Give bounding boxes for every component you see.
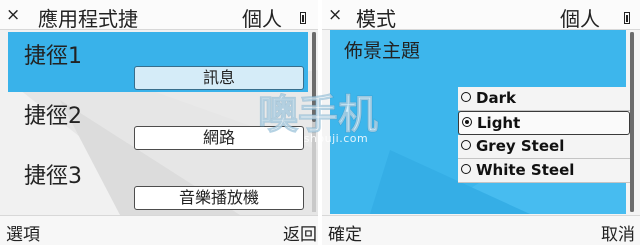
- theme-option[interactable]: Dark: [458, 87, 630, 111]
- radio-icon: [461, 164, 471, 174]
- theme-option-selected[interactable]: Light: [458, 111, 630, 135]
- theme-heading: 佈景主題: [344, 40, 421, 62]
- shortcut-list: 捷徑1 訊息 捷徑2 網路 捷徑3 音樂播放機: [0, 30, 318, 215]
- radio-icon: [461, 140, 471, 150]
- status-bar: × 模式 個人: [322, 0, 640, 31]
- softkey-bar: 選項 返回: [0, 215, 318, 245]
- options-softkey[interactable]: 選項: [6, 220, 40, 245]
- ok-softkey[interactable]: 確定: [328, 220, 362, 245]
- shortcut-item[interactable]: 捷徑2 網路: [8, 92, 308, 152]
- theme-options-list: Dark Light Grey Steel White Steel: [458, 87, 630, 183]
- battery-icon: [624, 12, 630, 24]
- shortcut-action-button[interactable]: 訊息: [134, 66, 304, 90]
- shortcut-label: 捷徑1: [24, 44, 82, 69]
- shortcut-label: 捷徑3: [24, 164, 82, 189]
- shortcut-item[interactable]: 捷徑1 訊息: [8, 32, 308, 92]
- close-icon[interactable]: ×: [6, 5, 20, 25]
- shortcut-action-button[interactable]: 音樂播放機: [134, 186, 304, 210]
- shortcut-item[interactable]: 捷徑3 音樂播放機: [8, 152, 308, 212]
- radio-icon: [461, 92, 471, 102]
- battery-icon: [300, 12, 306, 24]
- app-title: 應用程式捷: [38, 7, 138, 31]
- app-title: 模式: [356, 7, 396, 31]
- scrollbar-thumb[interactable]: [630, 32, 634, 212]
- left-phone-screen: × 應用程式捷 個人 捷徑1 訊息 捷徑2 網路 捷徑3 音樂播放機 選項 返回: [0, 0, 318, 245]
- theme-option-label: Grey Steel: [476, 137, 565, 155]
- theme-option-label: White Steel: [476, 161, 575, 179]
- shortcut-label: 捷徑2: [24, 104, 82, 129]
- cancel-softkey[interactable]: 取消: [601, 220, 635, 245]
- radio-selected-icon: [462, 117, 472, 127]
- theme-settings: 佈景主題 Dark Light Grey Steel White Steel: [322, 30, 640, 215]
- right-phone-screen: × 模式 個人 佈景主題 Dark Light Grey Steel White…: [322, 0, 640, 245]
- profile-label: 個人: [560, 7, 600, 31]
- theme-setting-item[interactable]: 佈景主題 Dark Light Grey Steel White Steel: [330, 30, 630, 214]
- status-bar: × 應用程式捷 個人: [0, 0, 318, 31]
- close-icon[interactable]: ×: [328, 5, 342, 25]
- theme-option[interactable]: Grey Steel: [458, 135, 630, 159]
- softkey-bar: 確定 取消: [322, 215, 640, 245]
- scrollbar-thumb[interactable]: [312, 32, 316, 122]
- theme-option-label: Light: [477, 114, 521, 132]
- theme-option-label: Dark: [476, 89, 516, 107]
- watermark-url: www.oshouji.com: [265, 132, 369, 145]
- theme-option[interactable]: White Steel: [458, 159, 630, 183]
- profile-label: 個人: [242, 7, 282, 31]
- back-softkey[interactable]: 返回: [283, 220, 317, 245]
